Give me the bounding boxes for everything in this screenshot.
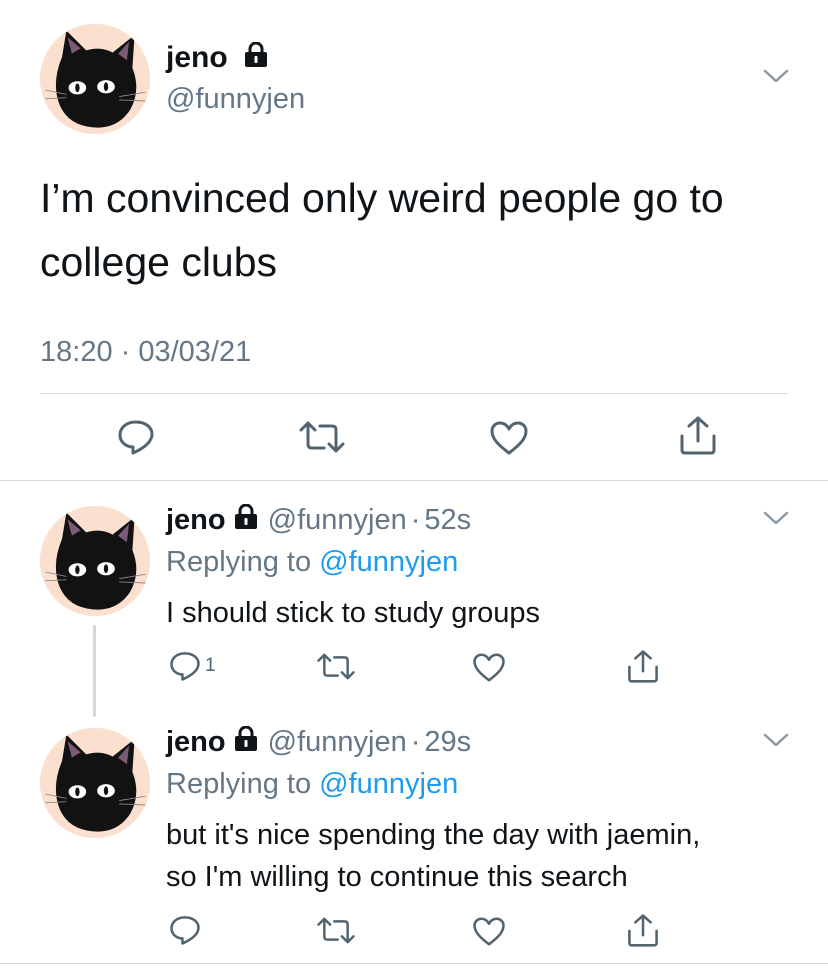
replying-to-link[interactable]: @funnyjen [319,546,458,578]
share-button[interactable] [626,648,660,684]
relative-time[interactable]: 52s [424,504,471,536]
reply-header: jeno @funnyjen · 29s [166,722,471,763]
reply-icon [170,916,200,945]
retweet-button[interactable] [298,420,346,454]
replying-to-label: Replying to [166,768,312,800]
heart-icon [473,917,505,946]
black-cat-avatar-icon [40,506,150,616]
retweet-button[interactable] [316,916,356,945]
divider [0,963,828,964]
divider [0,480,828,481]
timestamp[interactable]: 18:20 · 03/03/21 [40,334,251,370]
avatar[interactable] [40,24,150,134]
display-name[interactable]: jeno [166,504,226,536]
like-button[interactable] [472,652,506,683]
display-name[interactable]: jeno [166,726,226,758]
handle[interactable]: @funnyjen [268,726,407,758]
reply-text: I should stick to study groups [166,592,806,634]
reply-icon [118,420,154,455]
display-name[interactable]: jeno [166,38,270,79]
lock-icon [242,39,270,79]
reply-text-line-1: but it's nice spending the day with jaem… [166,819,701,851]
handle[interactable]: @funnyjen [166,80,305,118]
divider [40,393,788,394]
like-button[interactable] [489,420,529,456]
heart-icon [490,421,528,455]
retweet-icon [299,421,345,453]
reply-button[interactable] [168,914,202,946]
black-cat-avatar-icon [40,24,150,134]
heart-icon [473,653,505,682]
chevron-down-icon[interactable] [762,66,790,91]
reply-button[interactable] [116,418,156,456]
tweet-text: I’m convinced only weird people go to co… [40,166,800,294]
separator: · [410,726,421,758]
replying-to-link[interactable]: @funnyjen [319,768,458,800]
reply-text: but it's nice spending the day with jaem… [166,814,816,898]
reply-count: 1 [205,655,216,676]
avatar[interactable] [40,728,150,838]
black-cat-avatar-icon [40,728,150,838]
separator: · [410,504,421,536]
lock-icon [232,501,260,541]
like-button[interactable] [472,916,506,947]
retweet-button[interactable] [316,652,356,681]
retweet-icon [317,917,355,944]
share-icon [680,416,716,455]
lock-icon [232,723,260,763]
reply-header: jeno @funnyjen · 52s [166,500,471,541]
reply-text-line-1: I should stick to study groups [166,597,540,629]
reply-icon [170,652,200,681]
share-button[interactable] [678,414,718,456]
retweet-icon [317,653,355,680]
share-button[interactable] [626,912,660,948]
chevron-down-icon[interactable] [762,730,790,755]
share-icon [628,914,658,947]
reply-button[interactable]: 1 [168,650,216,682]
tweet-text-line-1: I’m convinced only weird people go to [40,175,724,221]
handle[interactable]: @funnyjen [268,504,407,536]
share-icon [628,650,658,683]
relative-time[interactable]: 29s [424,726,471,758]
display-name-text[interactable]: jeno [166,41,228,74]
thread-line [93,625,96,717]
chevron-down-icon[interactable] [762,508,790,533]
replying-to: Replying to @funnyjen [166,542,458,582]
tweet-text-line-2: college clubs [40,239,278,285]
avatar[interactable] [40,506,150,616]
replying-to-label: Replying to [166,546,312,578]
replying-to: Replying to @funnyjen [166,764,458,804]
reply-text-line-2: so I'm willing to continue this search [166,861,628,893]
